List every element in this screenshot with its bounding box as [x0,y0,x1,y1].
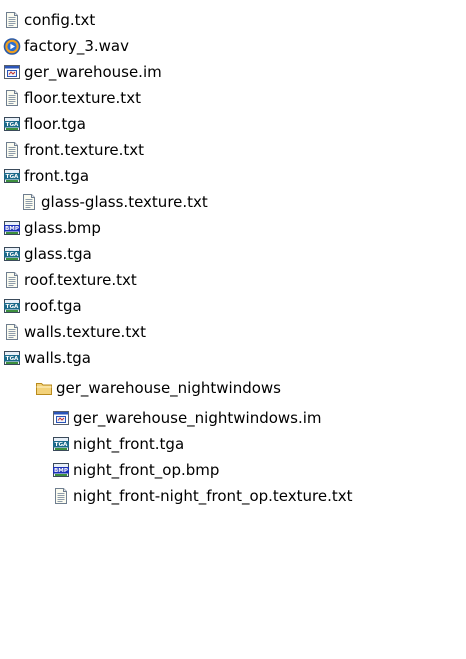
text-file-icon [3,271,21,289]
text-file-icon [20,193,38,211]
file-name: config.txt [24,11,96,29]
tga-image-icon: TGA [3,349,21,367]
text-file-icon [3,11,21,29]
tga-image-icon: TGA [3,167,21,185]
text-file-icon [3,89,21,107]
file-item-roof-texture-txt[interactable]: roof.texture.txt [3,267,137,293]
file-name: glass.bmp [24,219,101,237]
bmp-image-icon: BMP [3,219,21,237]
bmp-image-icon: BMP [52,461,70,479]
file-item-floor-texture-txt[interactable]: floor.texture.txt [3,85,141,111]
tga-badge-text: TGA [55,442,68,448]
file-item-glass-glass-texture-txt[interactable]: glass-glass.texture.txt [20,189,208,215]
bmp-badge-text: BMP [54,468,68,474]
bmp-badge-text: BMP [5,226,19,232]
file-item-night-front-night-front-op-texture-txt[interactable]: night_front-night_front_op.texture.txt [52,483,353,509]
file-name: night_front.tga [73,435,185,453]
file-item-walls-texture-txt[interactable]: walls.texture.txt [3,319,146,345]
text-file-icon [52,487,70,505]
file-name: walls.tga [24,349,91,367]
file-item-walls-tga[interactable]: TGA walls.tga [3,345,91,371]
file-list: config.txt factory_3.wav ger_warehouse.i… [0,0,466,659]
tga-image-icon: TGA [3,245,21,263]
file-item-glass-tga[interactable]: TGA glass.tga [3,241,92,267]
tga-badge-text: TGA [6,356,19,362]
file-item-night-front-tga[interactable]: TGA night_front.tga [52,431,184,457]
file-item-front-tga[interactable]: TGA front.tga [3,163,89,189]
file-name: ger_warehouse_nightwindows.im [73,409,322,427]
tga-image-icon: TGA [3,115,21,133]
file-name: roof.tga [24,297,82,315]
file-item-floor-tga[interactable]: TGA floor.tga [3,111,86,137]
file-name: ger_warehouse.im [24,63,162,81]
file-name: night_front-night_front_op.texture.txt [73,487,353,505]
window-file-icon [52,409,70,427]
text-file-icon [3,141,21,159]
file-name: roof.texture.txt [24,271,137,289]
window-file-icon [3,63,21,81]
file-name: front.tga [24,167,90,185]
file-item-front-texture-txt[interactable]: front.texture.txt [3,137,144,163]
file-item-roof-tga[interactable]: TGA roof.tga [3,293,82,319]
file-name: factory_3.wav [24,37,129,55]
media-player-icon [3,37,21,55]
file-name: walls.texture.txt [24,323,146,341]
file-name: glass-glass.texture.txt [41,193,208,211]
file-item-ger-warehouse-nightwindows-im[interactable]: ger_warehouse_nightwindows.im [52,405,322,431]
file-name: floor.tga [24,115,86,133]
folder-name: ger_warehouse_nightwindows [56,379,281,397]
file-item-glass-bmp[interactable]: BMP glass.bmp [3,215,101,241]
tga-badge-text: TGA [6,252,19,258]
tga-badge-text: TGA [6,304,19,310]
folder-icon [35,379,53,397]
folder-item-ger-warehouse-nightwindows[interactable]: ger_warehouse_nightwindows [35,375,281,401]
file-item-factory-3-wav[interactable]: factory_3.wav [3,33,129,59]
tga-badge-text: TGA [6,122,19,128]
file-name: glass.tga [24,245,92,263]
tga-image-icon: TGA [3,297,21,315]
text-file-icon [3,323,21,341]
file-name: front.texture.txt [24,141,145,159]
file-name: floor.texture.txt [24,89,141,107]
file-item-ger-warehouse-im[interactable]: ger_warehouse.im [3,59,162,85]
file-name: night_front_op.bmp [73,461,220,479]
file-item-night-front-op-bmp[interactable]: BMP night_front_op.bmp [52,457,219,483]
tga-badge-text: TGA [6,174,19,180]
tga-image-icon: TGA [52,435,70,453]
file-item-config-txt[interactable]: config.txt [3,7,95,33]
